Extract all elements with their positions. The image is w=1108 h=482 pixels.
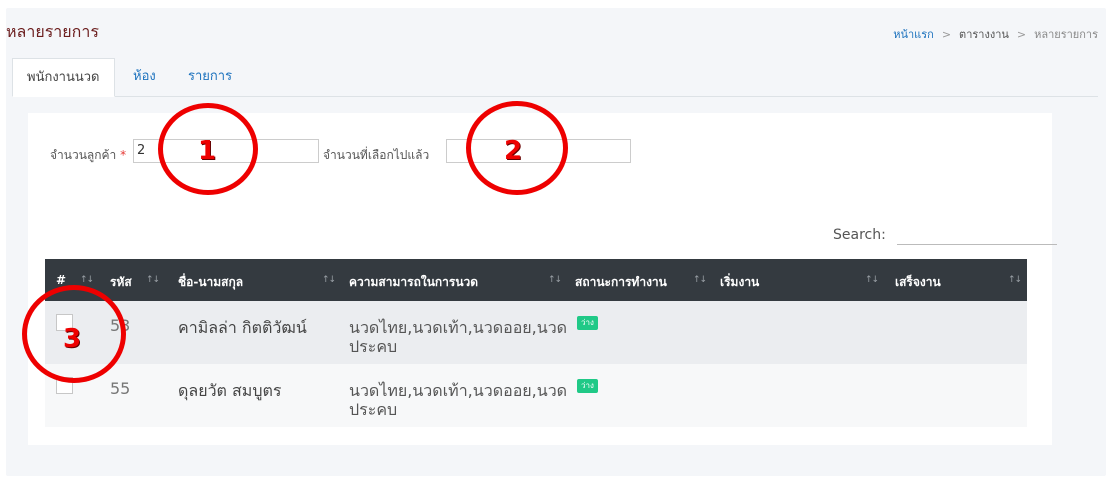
row-name: คามิลล่า กิตติวัฒน์ xyxy=(178,318,307,337)
sort-icon[interactable]: ↑↓ xyxy=(80,275,94,285)
data-table: # ↑↓ รหัส ↑↓ ชื่อ-นามสกุล ↑↓ ความสามารถใ… xyxy=(45,259,1027,427)
tab-bar: พนักงานนวด ห้อง รายการ xyxy=(12,58,1098,97)
annotation-number-3: 3 xyxy=(63,324,82,354)
row-name: ดุลยวัต สมบูตร xyxy=(178,381,282,400)
sort-icon[interactable]: ↑↓ xyxy=(146,275,160,285)
column-header-status[interactable]: สถานะการทำงาน xyxy=(575,273,667,292)
status-badge: ว่าง xyxy=(577,316,598,330)
breadcrumb-home-link[interactable]: หน้าแรก xyxy=(893,25,934,43)
annotation-number-2: 2 xyxy=(504,136,523,166)
sort-icon[interactable]: ↑↓ xyxy=(322,275,336,285)
row-skills-line2: ประคบ xyxy=(349,337,398,356)
breadcrumb-schedule[interactable]: ตารางงาน xyxy=(959,25,1009,43)
table-header: # ↑↓ รหัส ↑↓ ชื่อ-นามสกุล ↑↓ ความสามารถใ… xyxy=(45,259,1027,301)
chevron-right-icon: > xyxy=(941,27,952,41)
column-header-code[interactable]: รหัส xyxy=(110,273,132,292)
column-header-start[interactable]: เริ่มงาน xyxy=(720,273,759,292)
tab-rooms[interactable]: ห้อง xyxy=(133,58,156,95)
search-label: Search: xyxy=(833,227,886,243)
search-input[interactable] xyxy=(897,244,1057,245)
table-row[interactable]: 55 ดุลยวัต สมบูตร นวดไทย,นวดเท้า,นวดออย,… xyxy=(45,364,1027,427)
row-code: 55 xyxy=(110,379,131,398)
table-row[interactable]: 53 คามิลล่า กิตติวัฒน์ นวดไทย,นวดเท้า,นว… xyxy=(45,301,1027,364)
tab-therapists[interactable]: พนักงานนวด xyxy=(12,58,115,97)
tab-items[interactable]: รายการ xyxy=(188,58,232,95)
breadcrumb-current: หลายรายการ xyxy=(1034,28,1098,41)
column-header-skills[interactable]: ความสามารถในการนวด xyxy=(349,273,478,292)
sort-icon[interactable]: ↑↓ xyxy=(865,275,879,285)
selected-count-label: จำนวนที่เลือกไปแล้ว xyxy=(323,148,430,162)
annotation-number-1: 1 xyxy=(198,136,217,166)
column-header-name[interactable]: ชื่อ-นามสกุล xyxy=(178,273,243,292)
sort-icon[interactable]: ↑↓ xyxy=(548,275,562,285)
breadcrumb: หน้าแรก > ตารางงาน > หลายรายการ xyxy=(893,25,1098,43)
customer-count-label: จำนวนลูกค้า * xyxy=(50,148,127,162)
status-badge: ว่าง xyxy=(577,379,598,393)
page-title: หลายรายการ xyxy=(6,22,99,41)
sort-icon[interactable]: ↑↓ xyxy=(693,275,707,285)
sort-icon[interactable]: ↑↓ xyxy=(1008,275,1022,285)
row-skills-line2: ประคบ xyxy=(349,400,398,419)
chevron-right-icon: > xyxy=(1016,27,1027,41)
column-header-end[interactable]: เสร็จงาน xyxy=(895,273,941,292)
